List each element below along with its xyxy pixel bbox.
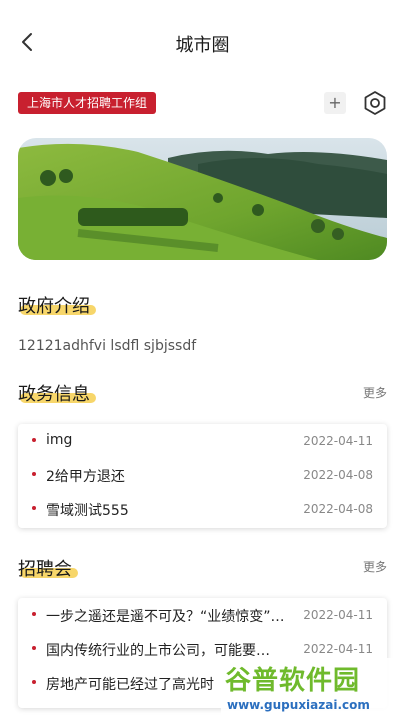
section-title-gov-affairs: 政务信息 [18, 380, 90, 406]
watermark-url: www.gupuxiazai.com [227, 698, 370, 712]
list-item-date: 2022-04-08 [303, 468, 373, 482]
list-item-title: 2给甲方退还 [46, 469, 125, 485]
page-title: 城市圈 [175, 35, 230, 56]
bullet-dot-icon [32, 612, 36, 616]
org-tag-button[interactable]: 上海市人才招聘工作组 [18, 92, 157, 114]
list-item-date: 2022-04-11 [303, 642, 373, 656]
banner-image[interactable] [18, 138, 387, 260]
bullet-dot-icon [32, 506, 36, 510]
bullet-dot-icon [32, 472, 36, 476]
bullet-dot-icon [32, 646, 36, 650]
gov-affairs-title-text: 政务信息 [18, 384, 90, 405]
job-fair-more-link[interactable]: 更多 [363, 558, 387, 575]
list-item-date: 2022-04-08 [303, 502, 373, 516]
list-item-title: 一步之遥还是遥不可及？“业绩惊变”… [46, 609, 285, 625]
settings-gear-icon[interactable] [362, 90, 388, 116]
watermark-logo-text: 谷普软件园 [225, 666, 361, 696]
list-item-date: 2022-04-11 [303, 434, 373, 448]
bullet-dot-icon [32, 438, 36, 442]
gov-intro-text: 12121adhfvi lsdfl sjbjssdf [18, 338, 197, 354]
list-item-title: 雪域测试555 [46, 503, 129, 519]
list-item-title: img [46, 432, 73, 448]
list-item[interactable]: img 2022-04-11 [18, 424, 387, 458]
list-item-date: 2022-04-11 [303, 608, 373, 622]
bullet-dot-icon [32, 680, 36, 684]
section-title-job-fair: 招聘会 [18, 555, 72, 581]
job-fair-title-text: 招聘会 [18, 559, 72, 580]
gov-affairs-more-link[interactable]: 更多 [363, 384, 387, 401]
gov-intro-title-text: 政府介绍 [18, 296, 90, 317]
list-item-title: 国内传统行业的上市公司，可能要… [46, 643, 270, 659]
list-item[interactable]: 2给甲方退还 2022-04-08 [18, 458, 387, 492]
add-button[interactable]: + [324, 92, 346, 114]
list-item[interactable]: 雪域测试555 2022-04-08 [18, 492, 387, 526]
site-watermark: 谷普软件园 www.gupuxiazai.com [221, 658, 405, 720]
top-bar: 城市圈 [0, 0, 405, 86]
gov-affairs-list: img 2022-04-11 2给甲方退还 2022-04-08 雪域测试555… [18, 424, 387, 528]
list-item[interactable]: 一步之遥还是遥不可及？“业绩惊变”… 2022-04-11 [18, 598, 387, 632]
section-title-gov-intro: 政府介绍 [18, 292, 90, 318]
list-item-title: 房地产可能已经过了高光时 [46, 677, 214, 693]
